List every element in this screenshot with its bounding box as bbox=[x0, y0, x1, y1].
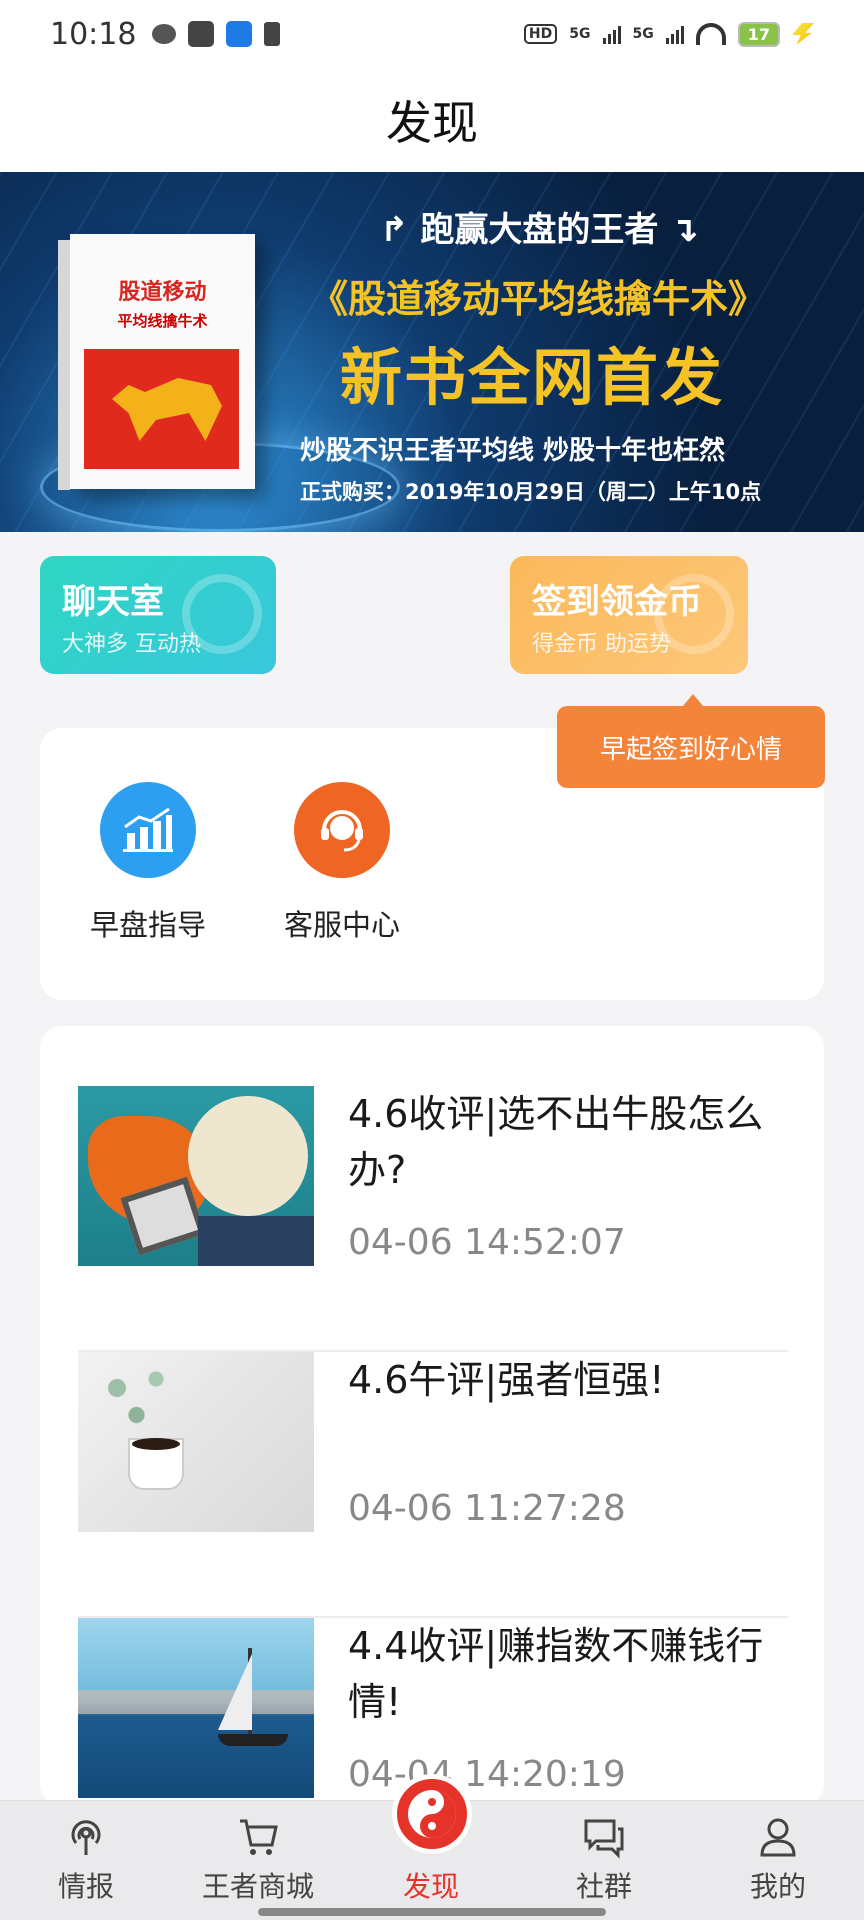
news-item[interactable]: 4.6收评|选不出牛股怎么办? 04-06 14:52:07 bbox=[78, 1086, 788, 1352]
hd-voice-icon: HD bbox=[523, 24, 558, 44]
banner-book-name: 《股道移动平均线擒牛术》 bbox=[310, 277, 767, 321]
network-type-2: 5G bbox=[632, 26, 654, 42]
page-header: 发现 bbox=[0, 68, 864, 172]
status-right: HD 5G 5G 17 bbox=[523, 21, 814, 47]
yin-yang-icon[interactable] bbox=[392, 1774, 472, 1854]
book-cover-title: 股道移动 平均线擒牛术 bbox=[70, 279, 255, 335]
news-title: 4.6收评|选不出牛股怎么办? bbox=[348, 1092, 764, 1192]
book-title-line2: 平均线擒牛术 bbox=[117, 312, 208, 330]
news-title: 4.6午评|强者恒强! bbox=[348, 1358, 665, 1402]
nav-tab-community[interactable]: 社群 bbox=[518, 1815, 690, 1905]
banner-tagline: ↱ 跑赢大盘的王者 ↴ bbox=[380, 202, 850, 251]
home-indicator[interactable] bbox=[258, 1908, 606, 1916]
banner-release-date: 正式购买：2019年10月29日（周二）上午10点 bbox=[300, 480, 762, 504]
chat-bubbles-icon bbox=[584, 1819, 624, 1859]
banner-slogan: 炒股不识王者平均线 炒股十年也枉然 bbox=[300, 436, 726, 466]
status-bar: 10:18 HD 5G 5G 17 bbox=[0, 0, 864, 68]
book-cover-artwork bbox=[84, 349, 239, 469]
nav-label: 王者商城 bbox=[201, 1870, 314, 1903]
battery-level: 17 bbox=[737, 21, 780, 47]
sim-icon bbox=[264, 22, 281, 46]
news-list: 4.6收评|选不出牛股怎么办? 04-06 14:52:07 4.6午评|强者恒… bbox=[40, 1026, 824, 1806]
chatroom-card[interactable]: 聊天室 大神多 互动热 bbox=[40, 556, 276, 674]
bull-illustration bbox=[112, 378, 222, 441]
headset-icon bbox=[294, 782, 390, 878]
banner-tagline-text: 跑赢大盘的王者 bbox=[420, 210, 659, 250]
page-title: 发现 bbox=[386, 96, 478, 150]
quick-link-customer-service[interactable]: 客服中心 bbox=[272, 782, 412, 944]
promo-banner[interactable]: 股道移动 平均线擒牛术 ↱ 跑赢大盘的王者 ↴ 《股道移动平均线擒牛术》 新书全… bbox=[0, 172, 864, 532]
charging-icon bbox=[792, 23, 814, 45]
news-item[interactable]: 4.6午评|强者恒强! 04-06 11:27:28 bbox=[78, 1352, 788, 1618]
chatroom-title: 聊天室 bbox=[62, 582, 164, 622]
nav-tab-shop[interactable]: 王者商城 bbox=[172, 1815, 344, 1905]
chart-icon bbox=[100, 782, 196, 878]
wifi-icon bbox=[695, 23, 726, 45]
quick-link-morning-guide[interactable]: 早盘指导 bbox=[78, 782, 218, 944]
checkin-tooltip: 早起签到好心情 bbox=[557, 694, 825, 788]
nav-label: 我的 bbox=[749, 1870, 806, 1903]
news-thumbnail bbox=[78, 1618, 314, 1798]
banner-headline: 新书全网首发 bbox=[340, 341, 725, 414]
chatroom-subtitle: 大神多 互动热 bbox=[62, 632, 201, 657]
video-app-notification-icon bbox=[226, 21, 253, 47]
checkin-subtitle: 得金币 助运势 bbox=[532, 632, 671, 657]
signal-strength-1-icon bbox=[602, 24, 621, 44]
news-time: 04-06 14:52:07 bbox=[348, 1222, 626, 1263]
signal-strength-2-icon bbox=[665, 24, 684, 44]
news-title: 4.4收评|赚指数不赚钱行情! bbox=[348, 1624, 764, 1724]
status-time: 10:18 bbox=[50, 16, 137, 52]
nav-tab-mine[interactable]: 我的 bbox=[692, 1815, 864, 1905]
nav-label: 情报 bbox=[57, 1870, 114, 1903]
book-cover: 股道移动 平均线擒牛术 bbox=[58, 234, 255, 490]
quick-link-label: 早盘指导 bbox=[89, 908, 206, 942]
news-time: 04-04 14:20:19 bbox=[348, 1754, 626, 1795]
network-type-1: 5G bbox=[569, 26, 591, 42]
book-title-line1: 股道移动 bbox=[118, 280, 207, 305]
quick-link-label: 客服中心 bbox=[283, 908, 400, 942]
news-time: 04-06 11:27:28 bbox=[348, 1488, 626, 1529]
news-thumbnail bbox=[78, 1352, 314, 1532]
checkin-card[interactable]: 签到领金币 得金币 助运势 bbox=[510, 556, 748, 674]
nav-tab-intel[interactable]: 情报 bbox=[0, 1815, 172, 1905]
book-spine bbox=[58, 240, 70, 490]
nav-label: 发现 bbox=[402, 1870, 459, 1903]
news-thumbnail bbox=[78, 1086, 314, 1266]
app-notification-icon bbox=[188, 21, 215, 47]
podcast-icon bbox=[71, 1820, 101, 1855]
banner-bracket-left-icon: ↱ bbox=[380, 210, 421, 250]
nav-label: 社群 bbox=[575, 1870, 632, 1903]
user-icon bbox=[760, 1818, 796, 1857]
checkin-title: 签到领金币 bbox=[532, 582, 702, 622]
cart-icon bbox=[240, 1819, 278, 1855]
banner-bracket-right-icon: ↴ bbox=[658, 210, 699, 250]
wechat-notification-icon bbox=[152, 24, 177, 44]
